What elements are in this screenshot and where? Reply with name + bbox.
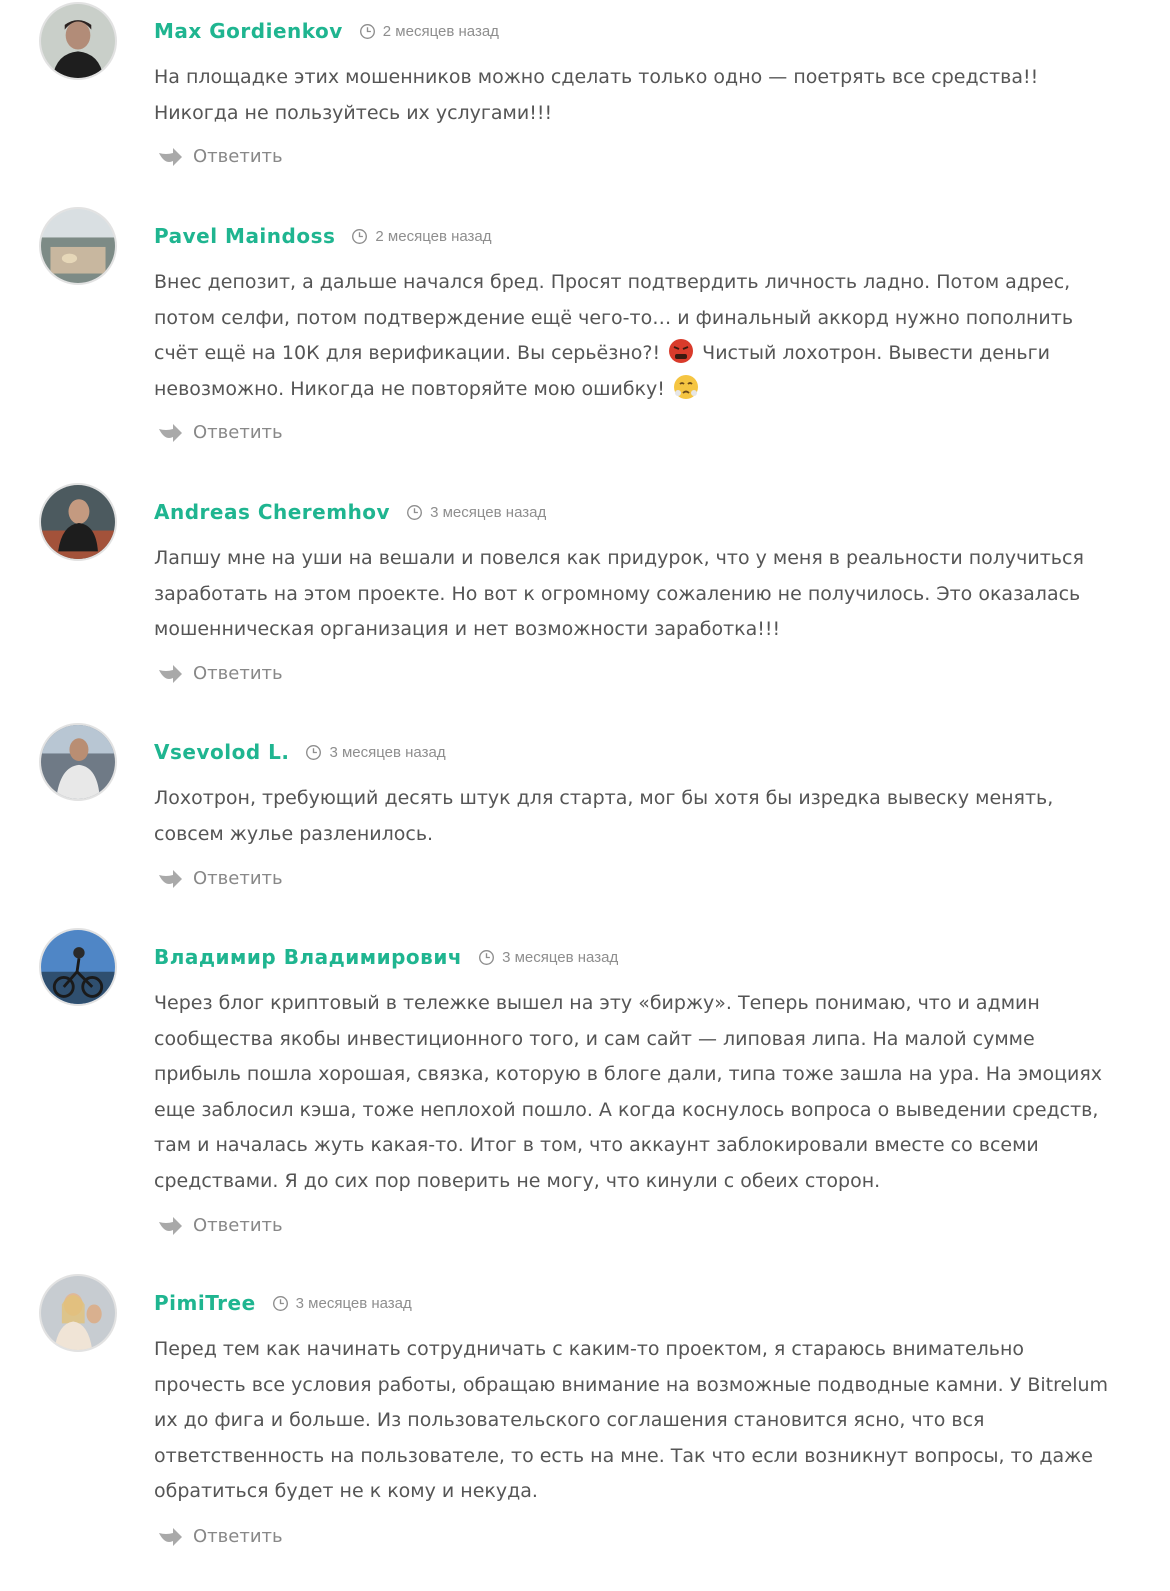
comment-time[interactable]: 2 месяцев назад <box>359 23 499 40</box>
avatar[interactable] <box>39 928 117 1006</box>
avatar[interactable] <box>39 483 117 561</box>
comment-time-label: 3 месяцев назад <box>329 743 446 761</box>
comment-time[interactable]: 3 месяцев назад <box>406 504 546 521</box>
comment-time[interactable]: 3 месяцев назад <box>478 949 618 966</box>
comment-text: Лохотрон, требующий десять штук для стар… <box>154 787 1054 845</box>
steam-face-emoji <box>673 374 698 399</box>
reply-button[interactable]: Ответить <box>157 421 283 443</box>
comment-text: Внес депозит, а дальше начался бред. Про… <box>154 265 1120 407</box>
reply-label: Ответить <box>193 1214 283 1236</box>
comment-time[interactable]: 2 месяцев назад <box>351 227 492 245</box>
reply-arrow-icon <box>159 1528 182 1546</box>
comment-time-label: 3 месяцев назад <box>430 503 547 521</box>
clock-icon <box>272 1295 288 1311</box>
reply-label: Ответить <box>193 662 283 684</box>
comment-time-label: 2 месяцев назад <box>382 22 499 40</box>
clock-icon <box>479 949 495 965</box>
clock-icon <box>359 23 375 39</box>
comment-time-label: 3 месяцев назад <box>502 948 619 966</box>
reply-button[interactable]: Ответить <box>157 662 283 684</box>
clock-icon <box>306 744 322 760</box>
reply-label: Ответить <box>193 421 283 443</box>
comment-meta: Max Gordienkov 2 месяцев назад <box>154 16 499 46</box>
reply-arrow-icon <box>159 665 182 683</box>
comment-text: Перед тем как начинать сотрудничать с ка… <box>154 1338 1109 1502</box>
comment-meta: Владимир Владимирович 3 месяцев назад <box>154 942 618 972</box>
reply-label: Ответить <box>193 1525 283 1547</box>
reply-arrow-icon <box>159 424 182 442</box>
reply-button[interactable]: Ответить <box>157 867 283 889</box>
avatar[interactable] <box>39 207 117 285</box>
reply-label: Ответить <box>193 145 283 167</box>
comment-meta: Vsevolod L. 3 месяцев назад <box>154 737 446 767</box>
author-name[interactable]: Владимир Владимирович <box>154 945 462 969</box>
comment-time-label: 2 месяцев назад <box>375 227 492 245</box>
comment-meta: PimiTree 3 месяцев назад <box>154 1288 412 1318</box>
reply-arrow-icon <box>159 870 182 888</box>
angry-face-emoji <box>669 339 694 363</box>
reply-button[interactable]: Ответить <box>157 1214 283 1236</box>
reply-button[interactable]: Ответить <box>157 145 283 167</box>
author-name[interactable]: Max Gordienkov <box>154 19 343 43</box>
comment-text: На площадке этих мошенников можно сделат… <box>154 66 1039 124</box>
reply-arrow-icon <box>159 1217 182 1235</box>
avatar[interactable] <box>39 723 117 801</box>
clock-icon <box>407 504 423 520</box>
comment-meta: Pavel Maindoss 2 месяцев назад <box>154 221 492 251</box>
author-name[interactable]: Vsevolod L. <box>154 740 289 764</box>
comment-text: Через блог криптовый в тележке вышел на … <box>154 992 1103 1192</box>
author-name[interactable]: Pavel Maindoss <box>154 224 335 248</box>
comment-meta: Andreas Cheremhov 3 месяцев назад <box>154 497 546 527</box>
comment-time[interactable]: 3 месяцев назад <box>305 743 446 761</box>
avatar[interactable] <box>39 1274 117 1352</box>
author-name[interactable]: PimiTree <box>154 1291 256 1315</box>
reply-arrow-icon <box>159 148 182 166</box>
comment-time[interactable]: 3 месяцев назад <box>272 1295 412 1312</box>
comment-text: Лапшу мне на уши на вешали и повелся как… <box>154 547 1084 640</box>
author-name[interactable]: Andreas Cheremhov <box>154 500 390 524</box>
reply-button[interactable]: Ответить <box>157 1525 283 1547</box>
reply-label: Ответить <box>193 867 283 889</box>
comment-time-label: 3 месяцев назад <box>295 1294 412 1312</box>
avatar[interactable] <box>39 2 117 80</box>
clock-icon <box>352 228 368 244</box>
